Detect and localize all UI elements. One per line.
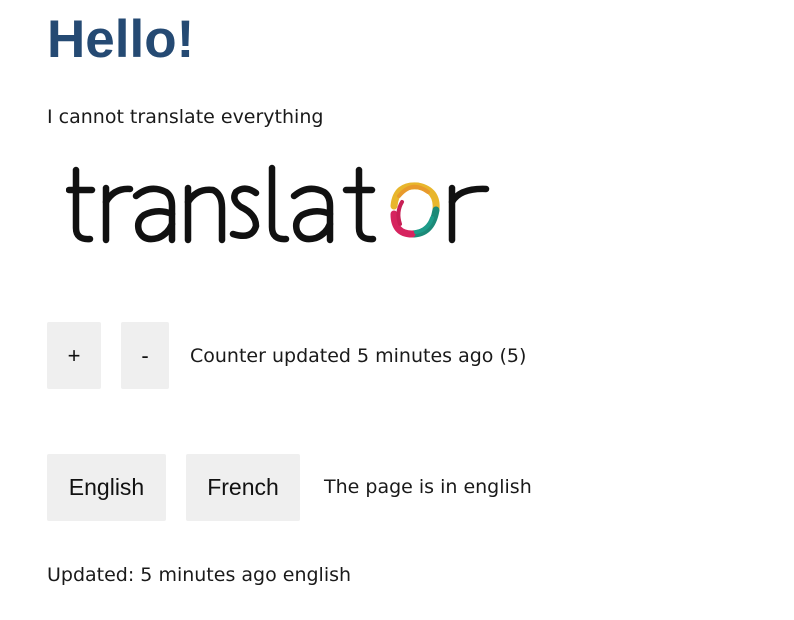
decrement-button[interactable]: - [121, 322, 169, 389]
french-button[interactable]: French [186, 454, 300, 521]
increment-button[interactable]: + [47, 322, 101, 389]
page-title: Hello! [47, 10, 195, 69]
language-status: The page is in english [324, 476, 532, 498]
counter-status: Counter updated 5 minutes ago (5) [190, 345, 527, 367]
english-button[interactable]: English [47, 454, 166, 521]
translator-logo [65, 162, 490, 250]
translator-logo-image [65, 164, 490, 244]
page-subtitle: I cannot translate everything [47, 106, 324, 128]
updated-status: Updated: 5 minutes ago english [47, 564, 352, 586]
